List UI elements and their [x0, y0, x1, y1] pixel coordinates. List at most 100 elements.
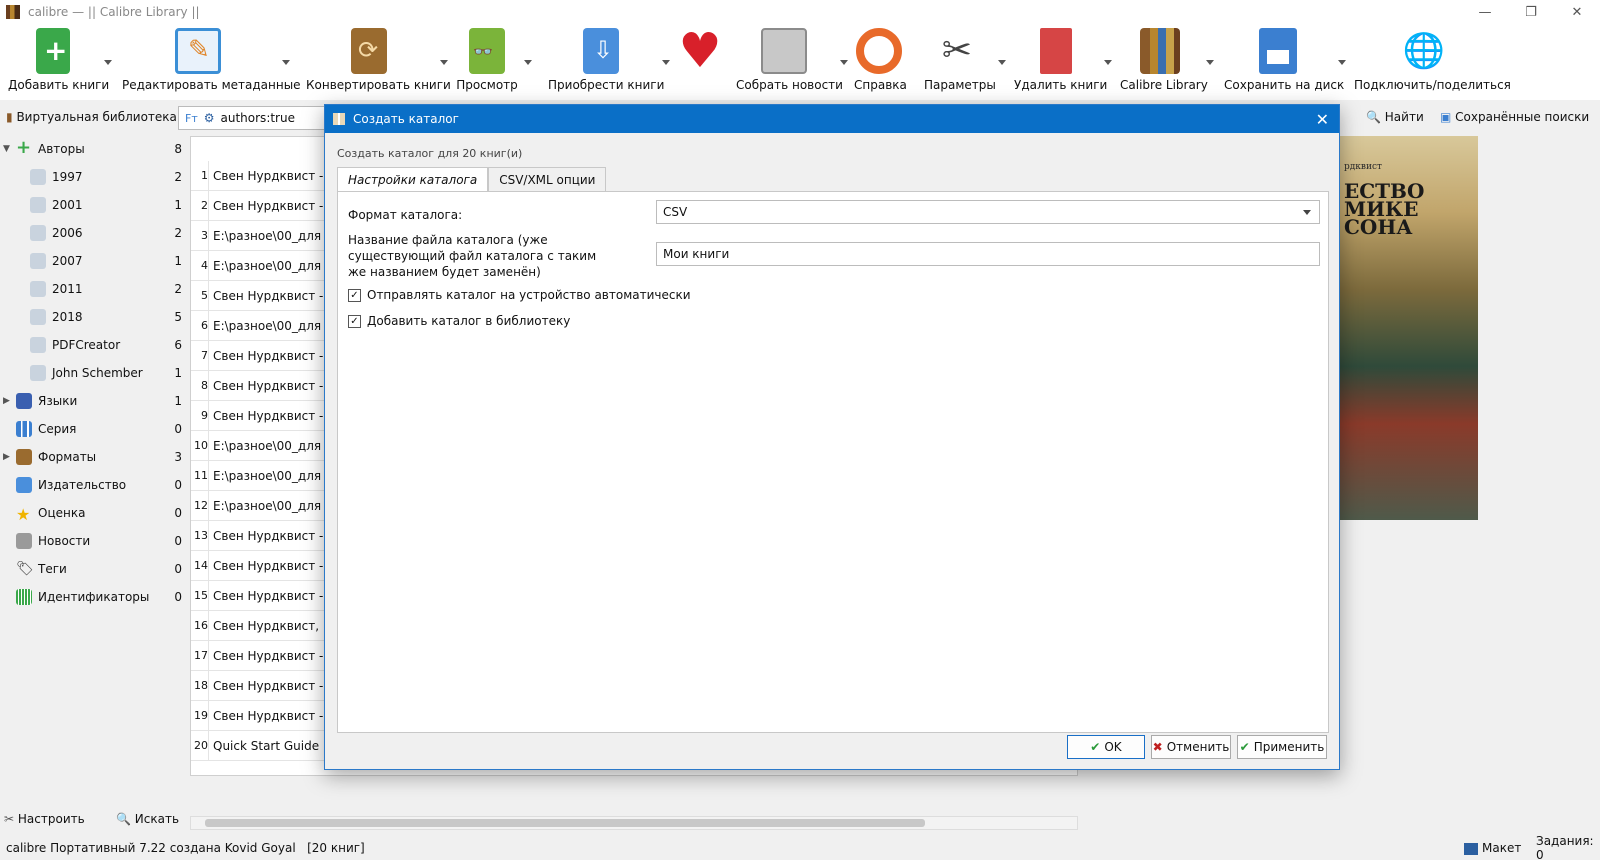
- tag-item-2001[interactable]: 2001 1: [0, 192, 186, 218]
- cancel-button[interactable]: ✖ Отменить: [1151, 735, 1231, 759]
- table-row[interactable]: 19Свен Нурдквист - Пе: [191, 700, 331, 731]
- tag-item-pdfcreator[interactable]: PDFCreator 6: [0, 332, 186, 358]
- tag-item-2011[interactable]: 2011 2: [0, 276, 186, 302]
- add-books-dropdown[interactable]: [104, 60, 112, 65]
- table-row[interactable]: 9Свен Нурдквист - Фи: [191, 400, 331, 431]
- book-cover[interactable]: рдквист ЕСТВО МИКЕ СОНА: [1340, 136, 1478, 520]
- gear-icon[interactable]: ⚙: [204, 111, 215, 125]
- tag-category-languages[interactable]: ▶ Языки 1: [0, 388, 186, 414]
- check-icon: ✔: [1090, 740, 1101, 754]
- format-value: CSV: [663, 205, 688, 219]
- tag-category-authors[interactable]: ▼ + Авторы 8: [0, 136, 186, 162]
- tools-icon: ✂: [4, 812, 15, 826]
- apply-button[interactable]: ✔ Применить: [1237, 735, 1327, 759]
- tab-csv-xml-options[interactable]: CSV/XML опции: [488, 167, 607, 191]
- remove-books-dropdown[interactable]: [1104, 60, 1112, 65]
- tag-category-formats[interactable]: ▶ Форматы 3: [0, 444, 186, 470]
- add-to-library-checkbox[interactable]: ✓ Добавить каталог в библиотеку: [348, 314, 570, 328]
- edit-metadata-button[interactable]: ✎ Редактировать метаданные: [122, 28, 301, 92]
- format-select[interactable]: CSV: [656, 200, 1320, 224]
- table-row[interactable]: 15Свен Нурдквист - Пе: [191, 580, 331, 611]
- tab-catalog-settings[interactable]: Настройки каталога: [337, 167, 489, 191]
- tag-category-publisher[interactable]: Издательство 0: [0, 472, 186, 498]
- dialog-tabs: Настройки каталога CSV/XML опции: [337, 167, 607, 191]
- tag-item-2018[interactable]: 2018 5: [0, 304, 186, 330]
- table-row[interactable]: 11 E:\разное\00_для мт: [191, 460, 331, 491]
- table-row[interactable]: 4 E:\разное\00_для мт: [191, 250, 331, 281]
- table-row[interactable]: 10 E:\разное\00_для мт: [191, 430, 331, 461]
- table-row[interactable]: 3 E:\разное\00_для мт: [191, 220, 331, 251]
- view-dropdown[interactable]: [524, 60, 532, 65]
- chevron-down-icon: [1303, 210, 1311, 215]
- search-input[interactable]: Fᴛ ⚙ authors:true: [178, 106, 328, 130]
- layout-button[interactable]: Макет: [1464, 841, 1521, 855]
- get-books-button[interactable]: ⇩ Приобрести книги: [548, 28, 664, 92]
- calibre-library-button[interactable]: Calibre Library: [1120, 28, 1208, 92]
- tag-category-series[interactable]: Серия 0: [0, 416, 186, 442]
- connect-share-button[interactable]: 🌐 Подключить/поделиться: [1354, 28, 1511, 92]
- minimize-button[interactable]: —: [1462, 0, 1508, 24]
- tag-category-news[interactable]: Новости 0: [0, 528, 186, 554]
- fetch-news-button[interactable]: Собрать новости: [736, 28, 843, 92]
- table-row[interactable]: 12 E:\разное\00_для мт: [191, 490, 331, 521]
- convert-books-dropdown[interactable]: [440, 60, 448, 65]
- convert-books-button[interactable]: ⟳ Конвертировать книги: [306, 28, 451, 92]
- dialog-close-button[interactable]: ✕: [1316, 110, 1329, 129]
- table-row[interactable]: 14Свен Нурдквист - Чу: [191, 550, 331, 581]
- collapse-arrow-icon[interactable]: ▼: [3, 144, 10, 154]
- close-window-button[interactable]: ✕: [1554, 0, 1600, 24]
- help-button[interactable]: Справка: [854, 28, 907, 92]
- table-row[interactable]: 6 E:\разное\00_для мт: [191, 310, 331, 341]
- tag-item-1997[interactable]: 1997 2: [0, 164, 186, 190]
- expand-arrow-icon[interactable]: ▶: [3, 396, 10, 406]
- table-row[interactable]: 13Свен Нурдквист - Ме: [191, 520, 331, 551]
- table-row[interactable]: 8Свен Нурдквист - Пе: [191, 370, 331, 401]
- main-toolbar: + Добавить книги ✎ Редактировать метадан…: [0, 24, 1600, 100]
- calibre-library-dropdown[interactable]: [1206, 60, 1214, 65]
- configure-button[interactable]: ✂ Настроить: [4, 812, 85, 826]
- tag-item-2007[interactable]: 2007 1: [0, 248, 186, 274]
- save-to-disk-dropdown[interactable]: [1338, 60, 1346, 65]
- donate-button[interactable]: ♥: [674, 27, 726, 82]
- jobs-indicator[interactable]: Задания: 0: [1536, 834, 1600, 860]
- tag-item-2006[interactable]: 2006 2: [0, 220, 186, 246]
- table-row[interactable]: 20 Quick Start Guide: [191, 730, 331, 761]
- horizontal-scrollbar[interactable]: [190, 816, 1078, 830]
- table-row[interactable]: 2Свен Нурдквист - Им: [191, 190, 331, 221]
- preferences-dropdown[interactable]: [998, 60, 1006, 65]
- fetch-news-dropdown[interactable]: [840, 60, 848, 65]
- saved-searches-button[interactable]: ▣ Сохранённые поиски: [1440, 110, 1589, 124]
- find-button[interactable]: 🔍 Найти: [1366, 110, 1424, 124]
- user-icon: [30, 225, 46, 241]
- remove-books-button[interactable]: Удалить книги: [1014, 28, 1107, 92]
- news-icon: [761, 28, 807, 74]
- news-icon: [16, 533, 32, 549]
- table-row[interactable]: 16Свен Нурдквист, Кри: [191, 610, 331, 641]
- filename-input[interactable]: Мои книги: [656, 242, 1320, 266]
- table-row[interactable]: 17Свен Нурдквист - Им: [191, 640, 331, 671]
- formats-icon: [16, 449, 32, 465]
- user-icon: [30, 169, 46, 185]
- restore-button[interactable]: ❐: [1508, 0, 1554, 24]
- table-row[interactable]: 7Свен Нурдквист - Чу: [191, 340, 331, 371]
- table-row[interactable]: 1Свен Нурдквист - Ис: [191, 160, 331, 191]
- get-books-dropdown[interactable]: [662, 60, 670, 65]
- tag-category-tags[interactable]: 🏷 Теги 0: [0, 556, 186, 582]
- scrollbar-thumb[interactable]: [205, 819, 925, 827]
- tag-find-button[interactable]: 🔍 Искать: [116, 812, 179, 826]
- tag-category-rating[interactable]: ★ Оценка 0: [0, 500, 186, 526]
- expand-arrow-icon[interactable]: ▶: [3, 452, 10, 462]
- view-button[interactable]: 👓 Просмотр: [456, 28, 518, 92]
- table-row[interactable]: 5 Свен Нурдквист - Ро: [191, 280, 331, 311]
- table-row[interactable]: 18Свен Нурдквист - Ис: [191, 670, 331, 701]
- tag-category-identifiers[interactable]: Идентификаторы 0: [0, 584, 186, 610]
- add-books-button[interactable]: + Добавить книги: [8, 28, 109, 92]
- virtual-library-button[interactable]: ▮ Виртуальная библиотека: [6, 110, 177, 124]
- send-to-device-checkbox[interactable]: ✓ Отправлять каталог на устройство автом…: [348, 288, 691, 302]
- preferences-button[interactable]: ✂ Параметры: [924, 28, 996, 92]
- tag-item-john-schember[interactable]: John Schember 1: [0, 360, 186, 386]
- save-to-disk-button[interactable]: Сохранить на диск: [1224, 28, 1344, 92]
- edit-metadata-dropdown[interactable]: [282, 60, 290, 65]
- ok-button[interactable]: ✔ OK: [1067, 735, 1145, 759]
- barcode-icon: [16, 589, 32, 605]
